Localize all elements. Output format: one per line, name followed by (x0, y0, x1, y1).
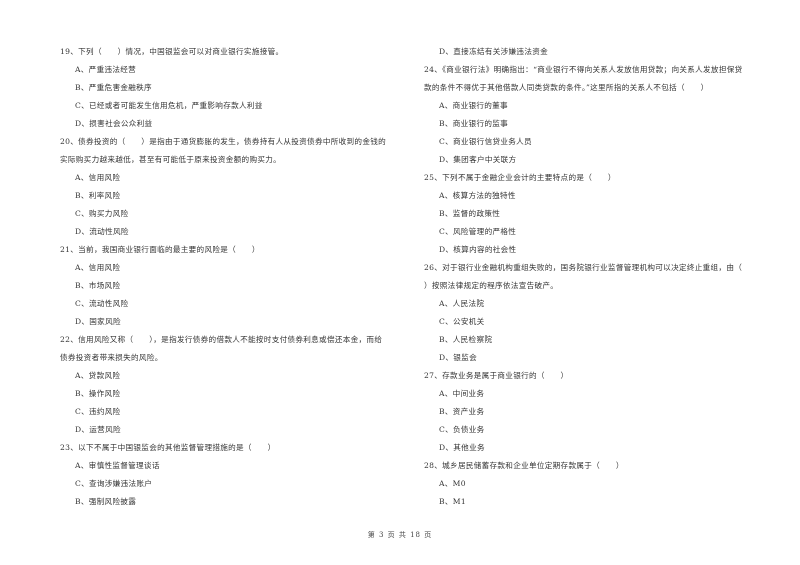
answer-option: B、利率风险 (75, 191, 121, 200)
question-text: 21、当前，我国商业银行面临的最主要的风险是（ ） (60, 245, 260, 254)
answer-option: D、集团客户中关联方 (439, 155, 517, 164)
answer-option: B、严重危害金融秩序 (75, 83, 152, 92)
answer-option: D、直接冻结有关涉嫌违法资金 (439, 47, 549, 56)
answer-option: D、银监会 (439, 353, 477, 362)
left-column: 19、下列（ ）情况，中国银监会可以对商业银行实施接管。 A、严重违法经营 B、严重… (60, 43, 400, 511)
answer-option: C、违约风险 (75, 407, 121, 416)
question-text: 24、《商业银行法》明确指出：“商业银行不得向关系人发放信用贷款；向关系人发放担… (424, 65, 743, 74)
answer-option: D、运营风险 (75, 425, 121, 434)
answer-option: B、商业银行的监事 (439, 119, 509, 128)
answer-option: C、风险管理的严格性 (439, 227, 517, 236)
question-text: 25、下列不属于金融企业会计的主要特点的是（ ） (424, 173, 616, 182)
answer-option: B、强制风险披露 (75, 497, 137, 506)
answer-option: C、负债业务 (439, 425, 485, 434)
question-text-continued: 款的条件不得优于其他借款人同类贷款的条件。”这里所指的关系人不包括（ ） (424, 83, 709, 92)
question-text: 20、债券投资的（ ）是指由于通货膨胀的发生，债券持有人从投资债券中所收到的金钱… (60, 137, 387, 146)
question-text-continued: 实际购买力越来越低，甚至有可能低于原来投资金额的购买力。 (60, 155, 282, 164)
answer-option: B、操作风险 (75, 389, 121, 398)
page-number-footer: 第 3 页 共 18 页 (367, 531, 433, 539)
question-text: 23、以下不属于中国银监会的其他监督管理措施的是（ ） (60, 443, 276, 452)
answer-option: A、信用风险 (75, 263, 121, 272)
question-text: 28、城乡居民储蓄存款和企业单位定期存款属于（ ） (424, 461, 624, 470)
answer-option: B、市场风险 (75, 281, 121, 290)
answer-option: C、商业银行信贷业务人员 (439, 137, 532, 146)
answer-option: B、监督的政策性 (439, 209, 501, 218)
answer-option: A、M0 (439, 479, 466, 488)
answer-option: A、贷款风险 (75, 371, 121, 380)
answer-option: A、人民法院 (439, 299, 485, 308)
question-text: 27、存款业务是属于商业银行的（ ） (424, 371, 569, 380)
answer-option: D、流动性风险 (75, 227, 129, 236)
answer-option: C、公安机关 (439, 317, 485, 326)
question-text: 26、对于银行业金融机构重组失败的，国务院银行业监督管理机构可以决定终止重组，由… (424, 263, 743, 272)
answer-option: A、审慎性监督管理谈话 (75, 461, 160, 470)
answer-option: A、中间业务 (439, 389, 485, 398)
right-column: D、直接冻结有关涉嫌违法资金 24、《商业银行法》明确指出：“商业银行不得向关系人… (424, 43, 769, 511)
answer-option: C、流动性风险 (75, 299, 129, 308)
answer-option: A、严重违法经营 (75, 65, 137, 74)
answer-option: A、信用风险 (75, 173, 121, 182)
question-text: 19、下列（ ）情况，中国银监会可以对商业银行实施接管。 (60, 47, 284, 56)
answer-option: B、人民检察院 (439, 335, 493, 344)
question-text: 22、信用风险又称（ ），是指发行债券的借款人不能按时支付债券利息或偿还本金，而… (60, 335, 383, 344)
answer-option: A、核算方法的独特性 (439, 191, 516, 200)
answer-option: B、M1 (439, 497, 466, 506)
answer-option: C、查询涉嫌违法账户 (75, 479, 153, 488)
answer-option: D、损害社会公众利益 (75, 119, 153, 128)
answer-option: D、核算内容的社会性 (439, 245, 517, 254)
answer-option: C、购买力风险 (75, 209, 129, 218)
answer-option: D、国家风险 (75, 317, 121, 326)
answer-option: D、其他业务 (439, 443, 485, 452)
answer-option: B、资产业务 (439, 407, 485, 416)
question-text-continued: 债券投资者带来损失的风险。 (60, 353, 163, 362)
answer-option: C、已经或者可能发生信用危机，严重影响存款人利益 (75, 101, 263, 110)
question-text-continued: ）按照法律规定的程序依法宣告破产。 (424, 281, 559, 290)
answer-option: A、商业银行的董事 (439, 101, 508, 110)
